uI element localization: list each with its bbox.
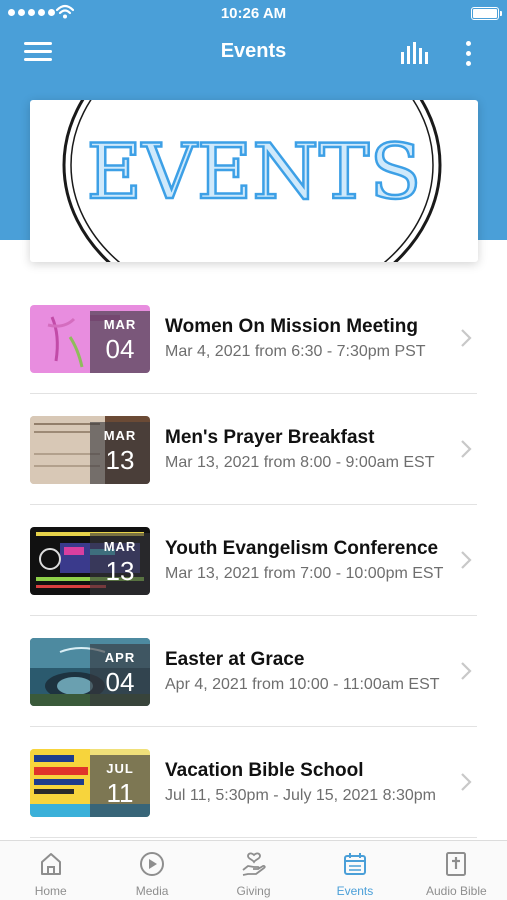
tab-media[interactable]: Media [101,841,202,900]
chevron-right-icon [461,662,472,680]
status-bar: 10:26 AM [0,0,507,28]
event-list: MAR 04 Women On Mission Meeting Mar 4, 20… [0,283,507,838]
tab-audio-bible[interactable]: Audio Bible [406,841,507,900]
event-thumbnail: MAR 13 [30,527,150,595]
tab-label: Audio Bible [425,884,487,898]
bible-icon [446,852,467,876]
event-row-mens-prayer-breakfast[interactable]: MAR 13 Men's Prayer Breakfast Mar 13, 202… [0,394,507,505]
battery-icon [471,7,502,20]
event-date-badge: MAR 13 [90,533,150,595]
tab-home[interactable]: Home [0,841,101,900]
tab-label: Home [34,884,67,898]
event-date-badge: MAR 04 [90,311,150,373]
event-date-badge: JUL 11 [90,755,150,817]
event-date-badge: APR 04 [90,644,150,706]
nav-bar: Events [0,28,507,78]
chevron-right-icon [461,329,472,347]
event-datetime: Mar 4, 2021 from 6:30 - 7:30pm PST [165,343,426,360]
event-title: Youth Evangelism Conference [165,538,439,559]
event-row-women-on-mission[interactable]: MAR 04 Women On Mission Meeting Mar 4, 20… [0,283,507,394]
event-row-youth-evangelism[interactable]: MAR 13 Youth Evangelism Conference Mar 13… [0,505,507,616]
audio-bars-icon[interactable] [399,40,431,66]
event-date-badge: MAR 13 [90,422,150,484]
event-title: Vacation Bible School [165,760,364,781]
chevron-right-icon [461,773,472,791]
more-options-icon[interactable] [460,38,476,68]
event-datetime: Mar 13, 2021 from 8:00 - 9:00am EST [165,454,435,471]
tab-label: Media [135,884,169,898]
tab-giving[interactable]: Giving [203,841,304,900]
event-row-vacation-bible-school[interactable]: JUL 11 Vacation Bible School Jul 11, 5:30… [0,727,507,838]
tab-bar: Home Media Giving Events Audio Bible [0,840,507,900]
event-title: Men's Prayer Breakfast [165,427,375,448]
play-icon [140,852,165,876]
chevron-right-icon [461,440,472,458]
event-row-easter-at-grace[interactable]: APR 04 Easter at Grace Apr 4, 2021 from 1… [0,616,507,727]
event-datetime: Jul 11, 5:30pm - July 15, 2021 8:30pm [165,787,436,804]
event-title: Easter at Grace [165,649,305,670]
tab-label: Giving [236,884,271,898]
calendar-icon [343,853,366,875]
chevron-right-icon [461,551,472,569]
home-icon [40,853,61,875]
events-banner: EVENTS [30,100,478,262]
event-title: Women On Mission Meeting [165,316,418,337]
tab-events[interactable]: Events [304,841,405,900]
tab-label: Events [336,884,374,898]
event-thumbnail: APR 04 [30,638,150,706]
event-thumbnail: MAR 04 [30,305,150,373]
event-datetime: Apr 4, 2021 from 10:00 - 11:00am EST [165,676,440,693]
status-time: 10:26 AM [220,5,287,22]
giving-hand-icon [241,852,266,876]
event-thumbnail: MAR 13 [30,416,150,484]
event-thumbnail: JUL 11 [30,749,150,817]
event-datetime: Mar 13, 2021 from 7:00 - 10:00pm EST [165,565,444,582]
banner-text: EVENTS [86,127,421,216]
